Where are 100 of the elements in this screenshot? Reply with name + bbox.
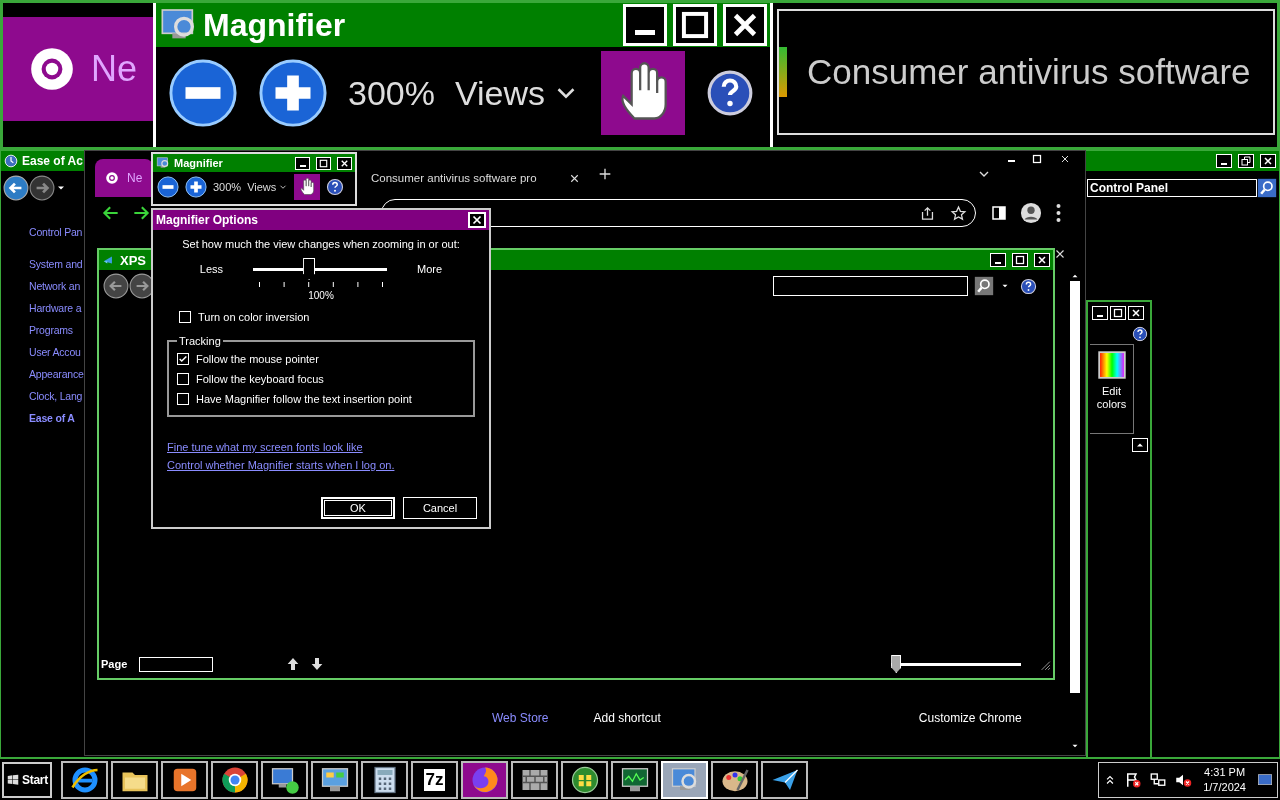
minimize-icon <box>995 262 1001 264</box>
maximize-icon <box>1014 254 1026 266</box>
zoom-out-icon <box>168 58 238 128</box>
taskbar-app-button[interactable] <box>361 760 408 799</box>
sidebar-icon <box>990 204 1008 222</box>
maximize-icon <box>318 157 329 169</box>
magnifier-lens-view: Ne Magnifier 300% Views Consumer antivirus software <box>0 0 1280 150</box>
minimize-button[interactable] <box>1092 306 1108 320</box>
taskbar-app-button[interactable] <box>761 760 808 799</box>
sidebar-link[interactable]: System and <box>29 253 83 275</box>
maximize-button[interactable] <box>316 156 331 170</box>
zoom-step-value: 100% <box>308 290 334 301</box>
zoom-slider[interactable] <box>891 655 1022 673</box>
flag-icon <box>1124 770 1143 789</box>
lens-button[interactable] <box>294 174 321 200</box>
dialog-title: Magnifier Options <box>156 213 258 227</box>
scroll-up-button[interactable] <box>1132 438 1148 452</box>
sidebar-link[interactable]: User Accou <box>29 341 81 363</box>
windows-icon <box>6 772 20 787</box>
sidebar-link[interactable]: Control Pan <box>29 221 83 243</box>
taskbar-app-button[interactable] <box>311 760 358 799</box>
taskbar-app-button[interactable]: 7z <box>411 760 458 799</box>
zoom-out-icon <box>157 176 179 198</box>
minimize-button[interactable] <box>295 156 310 170</box>
checkbox[interactable] <box>179 311 191 323</box>
footer-link[interactable]: Customize Chrome <box>918 711 1022 725</box>
zoom-in-icon <box>185 176 207 198</box>
help-link[interactable]: Fine tune what my screen fonts look like <box>167 441 477 453</box>
help-link[interactable]: Control whether Magnifier starts when I log on. <box>167 459 477 471</box>
taskbar-app-button[interactable] <box>511 760 558 799</box>
checkbox-label: Turn on color inversion <box>198 311 310 323</box>
sidebar-link[interactable]: Appearance <box>29 363 84 385</box>
cancel-button[interactable]: Cancel <box>403 497 477 519</box>
zoom-step-slider[interactable] <box>253 258 388 280</box>
views-menu[interactable]: Views <box>454 73 582 113</box>
checkbox[interactable] <box>177 393 189 405</box>
help-icon <box>1132 326 1148 342</box>
edit-colors-button[interactable]: Edit colors <box>1090 344 1134 434</box>
close-button[interactable] <box>337 156 352 170</box>
taskbar-app-button[interactable] <box>611 760 658 799</box>
chrome-icon <box>105 171 119 185</box>
checkbox-label: Have Magnifier follow the text insertion point <box>196 393 412 405</box>
checkbox-label: Follow the mouse pointer <box>196 353 319 365</box>
restore-button[interactable] <box>1238 154 1254 168</box>
profile-icon <box>1020 202 1042 224</box>
sidebar-link[interactable]: Hardware a <box>29 297 82 319</box>
page-field[interactable] <box>139 656 214 672</box>
close-button[interactable] <box>468 212 486 228</box>
browser-tab[interactable]: Ne <box>3 17 153 121</box>
taskbar-app-button[interactable] <box>61 760 108 799</box>
start-button[interactable]: Start <box>2 761 52 798</box>
maximize-button[interactable] <box>1110 306 1126 320</box>
lens-button[interactable] <box>601 51 686 135</box>
scrollbar-thumb[interactable] <box>1070 281 1080 693</box>
close-button[interactable] <box>1260 154 1276 168</box>
checkbox-label: Follow the keyboard focus <box>196 373 324 385</box>
taskbar-app-button[interactable] <box>111 760 158 799</box>
minimize-icon <box>299 164 306 167</box>
minimize-button[interactable] <box>1216 154 1232 168</box>
close-button[interactable] <box>723 4 767 46</box>
instruction-text: Set how much the view changes when zooming in or out: <box>182 238 460 250</box>
minimize-icon <box>1008 160 1015 162</box>
maximize-button[interactable] <box>1012 253 1028 267</box>
close-icon <box>1262 155 1274 167</box>
minimize-button[interactable] <box>623 4 667 46</box>
window-title: Ease of Ac <box>22 154 83 168</box>
minimize-icon <box>1097 315 1103 317</box>
minimize-icon <box>635 30 655 35</box>
back-icon <box>103 273 129 299</box>
sidebar-link[interactable]: Clock, Lang <box>29 385 83 407</box>
checkbox[interactable] <box>177 373 189 385</box>
checkbox[interactable] <box>177 353 189 365</box>
web-store-link[interactable]: Web Store <box>492 711 549 725</box>
search-icon <box>1257 178 1277 198</box>
restore-icon <box>1240 155 1252 167</box>
page-label: Page <box>101 658 128 670</box>
close-button[interactable] <box>1034 253 1050 267</box>
star-icon <box>950 204 967 222</box>
maximize-button[interactable] <box>673 4 717 46</box>
slider-thumb[interactable] <box>891 655 902 673</box>
footer-link[interactable]: Add shortcut <box>593 711 661 725</box>
sidebar-link[interactable]: Programs <box>29 319 73 341</box>
taskbar-app-button[interactable] <box>161 760 208 799</box>
search-field[interactable]: Control Panel <box>1087 179 1257 197</box>
sidebar-link[interactable]: Ease of A <box>29 407 75 429</box>
taskbar-app-button[interactable] <box>461 760 508 799</box>
window-title: Magnifier <box>174 157 223 169</box>
sidebar-link[interactable]: Network an <box>29 275 81 297</box>
views-menu[interactable]: Views <box>247 181 289 193</box>
search-field[interactable] <box>773 276 968 296</box>
taskbar-app-button[interactable] <box>561 760 608 799</box>
minimize-button[interactable] <box>990 253 1006 267</box>
taskbar-app-button[interactable] <box>711 760 758 799</box>
browser-tab[interactable]: Ne <box>95 159 153 197</box>
taskbar-app-button[interactable] <box>211 760 258 799</box>
taskbar-app-button[interactable] <box>261 760 308 799</box>
close-button[interactable] <box>1128 306 1144 320</box>
ok-button[interactable]: OK <box>321 497 395 519</box>
slider-thumb[interactable] <box>303 258 316 280</box>
maximize-icon <box>1112 307 1124 319</box>
